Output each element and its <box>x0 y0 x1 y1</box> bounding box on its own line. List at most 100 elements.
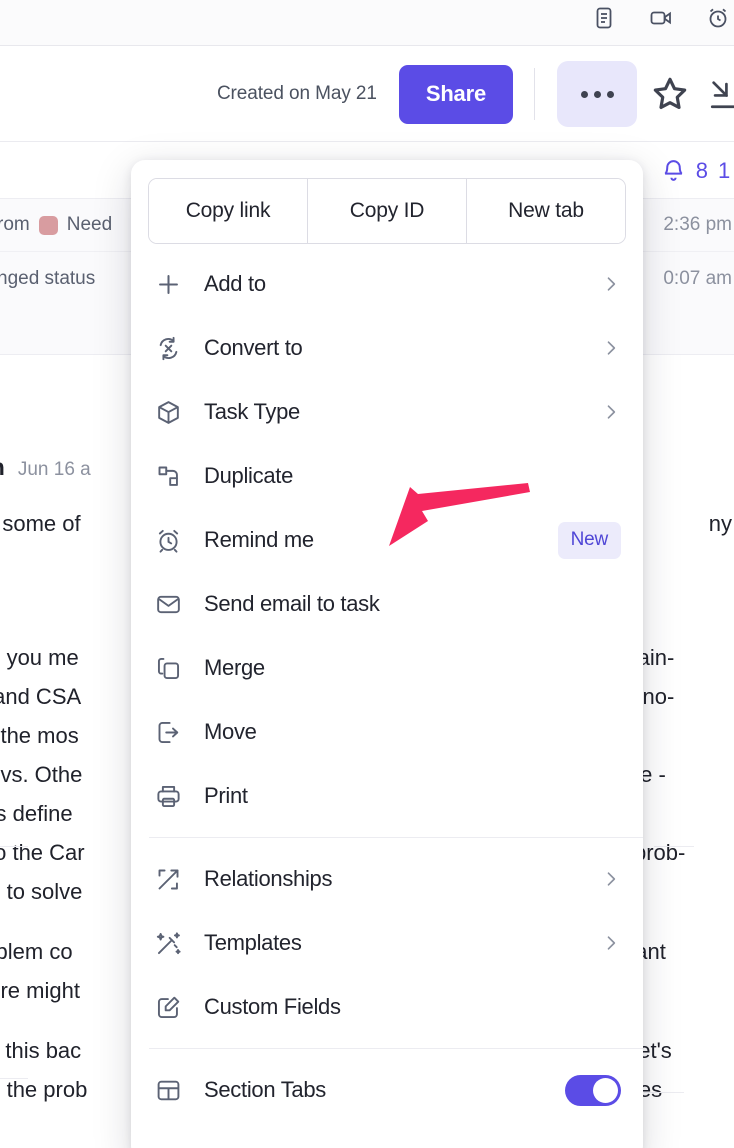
toggle-knob <box>593 1077 618 1103</box>
menu-item-label: Convert to <box>204 335 303 360</box>
document-header: Created on May 21 Share <box>0 47 734 142</box>
convert-icon <box>159 336 178 360</box>
status-badge <box>38 215 58 235</box>
chevron-right-icon <box>607 277 616 291</box>
bell-icon[interactable] <box>661 158 686 183</box>
chevron-right-icon <box>607 341 616 355</box>
menu-item-convert-to[interactable]: Convert to <box>131 316 643 380</box>
comment-author: an <box>0 454 5 481</box>
video-camera-icon[interactable] <box>649 6 673 30</box>
plus-icon <box>159 274 178 294</box>
comment-line: nt, you me <box>0 645 79 670</box>
comment-line: ng to solve <box>0 879 83 904</box>
comment-line: of the mos <box>0 723 79 748</box>
divider <box>644 1092 684 1093</box>
menu-divider <box>149 1048 643 1049</box>
menu-item-duplicate[interactable]: Duplicate <box>131 444 643 508</box>
activity-prefix: rom <box>0 214 30 235</box>
menu-item-task-type[interactable]: Task Type <box>131 380 643 444</box>
divider <box>0 1078 28 1079</box>
copy-id-button[interactable]: Copy ID <box>307 179 466 243</box>
duplicate-icon <box>158 466 178 486</box>
activity-time: 2:36 pm <box>663 214 732 235</box>
printer-icon <box>157 785 180 807</box>
menu-divider <box>149 837 643 838</box>
segmented-control: Copy link Copy ID New tab <box>148 178 626 244</box>
collapse-arrow-icon[interactable] <box>708 74 734 114</box>
new-tab-button[interactable]: New tab <box>466 179 625 243</box>
context-menu: Copy link Copy ID New tab Add to Convert… <box>131 160 643 1148</box>
menu-item-send-email-to-task[interactable]: Send email to task <box>131 572 643 636</box>
alarm-clock-icon <box>158 529 179 553</box>
comment-line: ve this bac <box>0 1038 82 1063</box>
chevron-right-icon <box>607 872 616 886</box>
menu-item-label: Remind me <box>204 527 314 552</box>
menu-item-remind-me[interactable]: Remind me New <box>131 508 643 572</box>
comment-line: g some of <box>0 511 81 536</box>
new-badge: New <box>557 521 621 559</box>
section-tabs-toggle[interactable] <box>565 1074 621 1106</box>
comment-line: ers define <box>0 801 73 826</box>
divider <box>0 846 28 847</box>
top-icon-bar <box>0 0 734 46</box>
activity-status-label: Need <box>66 214 113 235</box>
comment-line: nt vs. Othe <box>0 762 83 787</box>
activity-text: rom Need <box>0 214 112 236</box>
envelope-icon <box>157 595 180 613</box>
comment-line: on the prob <box>0 1077 88 1102</box>
menu-item-section-tabs[interactable]: Section Tabs <box>131 1058 643 1122</box>
menu-item-label: Relationships <box>204 866 333 891</box>
comment-line: prob- <box>634 840 686 865</box>
magic-wand-icon <box>156 931 181 954</box>
notification-count: 8 <box>695 157 708 183</box>
move-out-icon <box>158 721 179 743</box>
created-on-label: Created on May 21 <box>216 83 377 104</box>
comment-line: to the Car <box>0 840 85 865</box>
segmented-control-wrap: Copy link Copy ID New tab <box>131 160 643 252</box>
menu-item-templates[interactable]: Templates <box>131 911 643 975</box>
menu-item-label: Print <box>204 783 248 808</box>
activity-prefix: nged status <box>0 267 96 289</box>
menu-item-label: Merge <box>204 655 265 680</box>
menu-item-label: Move <box>204 719 257 744</box>
menu-item-label: Custom Fields <box>204 994 341 1019</box>
comment-line: here might <box>0 978 80 1003</box>
header-divider <box>534 68 535 120</box>
share-button[interactable]: Share <box>398 64 513 124</box>
activity-text: nged status <box>0 268 95 290</box>
merge-icon <box>157 657 180 679</box>
ellipsis-icon <box>580 90 614 98</box>
notification-extra: 1 <box>718 157 731 183</box>
chevron-right-icon <box>607 936 616 950</box>
menu-item-label: Duplicate <box>204 463 294 488</box>
document-icon[interactable] <box>592 6 616 30</box>
chevron-right-icon <box>607 405 616 419</box>
comment-line: roblem co <box>0 939 73 964</box>
menu-item-label: Section Tabs <box>204 1077 326 1102</box>
comment-paragraph-left: nt, you me y and CSA of the mos nt vs. O… <box>0 638 87 1109</box>
comment-date: Jun 16 a <box>17 459 91 480</box>
menu-item-merge[interactable]: Merge <box>131 636 643 700</box>
activity-time: 0:07 am <box>663 267 732 289</box>
menu-item-move[interactable]: Move <box>131 700 643 764</box>
menu-item-relationships[interactable]: Relationships <box>131 847 643 911</box>
menu-item-print[interactable]: Print <box>131 764 643 828</box>
menu-item-label: Task Type <box>204 399 300 424</box>
edit-square-icon <box>157 996 180 1018</box>
divider <box>654 846 694 847</box>
layout-icon <box>157 1080 180 1100</box>
comment-line: y and CSA <box>0 684 82 709</box>
comment-line: ny <box>708 511 732 536</box>
copy-link-button[interactable]: Copy link <box>149 179 307 243</box>
top-icon-group <box>592 6 734 30</box>
menu-item-add-to[interactable]: Add to <box>131 252 643 316</box>
more-options-button[interactable] <box>557 61 637 127</box>
menu-item-custom-fields[interactable]: Custom Fields <box>131 975 643 1039</box>
cube-icon <box>158 400 179 424</box>
star-icon[interactable] <box>650 74 690 114</box>
menu-item-label: Send email to task <box>204 591 380 616</box>
alarm-clock-icon[interactable] <box>706 6 730 30</box>
menu-item-label: Templates <box>204 930 302 955</box>
relationships-icon <box>158 869 179 889</box>
menu-item-label: Add to <box>204 271 266 296</box>
